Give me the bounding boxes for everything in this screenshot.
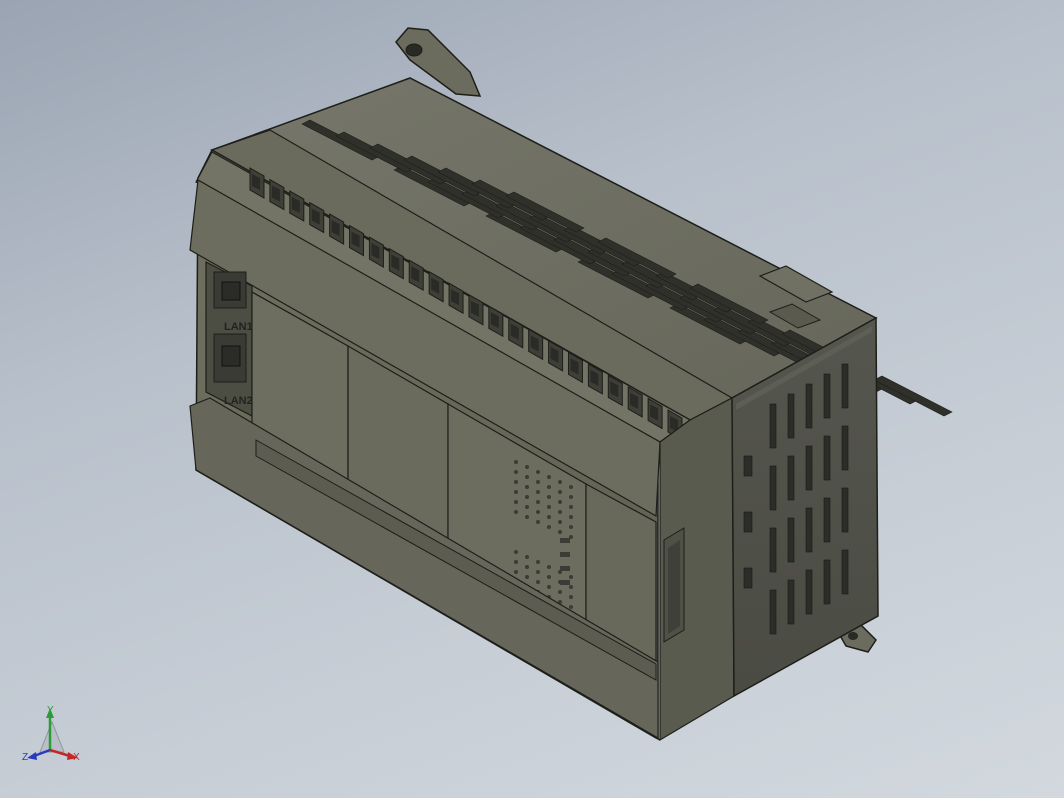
led-indicator	[569, 575, 573, 579]
led-indicator	[514, 480, 518, 484]
end-vent-slot	[841, 487, 849, 533]
led-indicator	[525, 575, 529, 579]
end-vent-slot	[769, 527, 777, 573]
led-indicator	[525, 465, 529, 469]
led-indicator	[569, 495, 573, 499]
led-indicator	[547, 485, 551, 489]
led-indicator	[547, 585, 551, 589]
lan1-label: LAN1	[224, 321, 253, 333]
end-vent-slot	[805, 383, 813, 429]
led-indicator	[514, 490, 518, 494]
end-vent-slot	[805, 569, 813, 615]
plc-3d-model[interactable]: LAN1 LAN2 Y X Z	[0, 0, 1064, 798]
end-vent-slot	[823, 373, 831, 419]
led-indicator	[536, 500, 540, 504]
status-led	[560, 538, 570, 543]
led-indicator	[547, 505, 551, 509]
end-vent-slot	[787, 393, 795, 439]
led-indicator	[569, 605, 573, 609]
end-vent-slot	[805, 507, 813, 553]
led-indicator	[558, 520, 562, 524]
led-indicator	[525, 485, 529, 489]
led-indicator	[536, 480, 540, 484]
end-vent-slot	[787, 455, 795, 501]
led-indicator	[514, 560, 518, 564]
status-led	[560, 580, 570, 585]
led-indicator	[558, 500, 562, 504]
status-led	[560, 552, 570, 557]
end-vent-slot	[805, 445, 813, 491]
end-vent-slot	[743, 455, 753, 477]
led-indicator	[536, 470, 540, 474]
led-indicator	[536, 490, 540, 494]
led-indicator	[514, 500, 518, 504]
led-indicator	[525, 565, 529, 569]
led-indicator	[547, 495, 551, 499]
led-indicator	[569, 585, 573, 589]
led-indicator	[547, 525, 551, 529]
led-indicator	[547, 565, 551, 569]
end-vent-slot	[769, 403, 777, 449]
led-indicator	[514, 550, 518, 554]
led-indicator	[525, 495, 529, 499]
end-vent-slot	[787, 517, 795, 563]
lan2-label: LAN2	[224, 395, 253, 407]
end-vent-slot	[743, 511, 753, 533]
end-vent-slot	[823, 497, 831, 543]
led-indicator	[547, 515, 551, 519]
led-indicator	[525, 475, 529, 479]
led-indicator	[569, 505, 573, 509]
graphics-viewport[interactable]: LAN1 LAN2 Y X Z	[0, 0, 1064, 798]
vent-slot	[873, 375, 953, 417]
led-indicator	[558, 490, 562, 494]
end-vent-slot	[823, 559, 831, 605]
led-indicator	[525, 555, 529, 559]
end-vent-slot	[787, 579, 795, 625]
led-indicator	[569, 515, 573, 519]
led-indicator	[514, 570, 518, 574]
z-axis-label: Z	[22, 752, 28, 763]
end-vent-slot	[769, 465, 777, 511]
led-indicator	[514, 510, 518, 514]
led-indicator	[536, 560, 540, 564]
end-vent-slot	[823, 435, 831, 481]
led-indicator	[536, 570, 540, 574]
led-indicator	[558, 480, 562, 484]
end-vent-slot	[841, 363, 849, 409]
led-indicator	[536, 520, 540, 524]
x-axis-label: X	[73, 752, 80, 763]
y-axis-label: Y	[47, 705, 54, 716]
led-indicator	[558, 510, 562, 514]
led-indicator	[536, 510, 540, 514]
led-indicator	[514, 460, 518, 464]
coordinate-triad: Y X Z	[22, 705, 80, 763]
led-indicator	[558, 590, 562, 594]
led-indicator	[525, 505, 529, 509]
led-indicator	[569, 525, 573, 529]
led-indicator	[514, 470, 518, 474]
led-indicator	[569, 485, 573, 489]
end-vent-slot	[743, 567, 753, 589]
led-indicator	[547, 475, 551, 479]
led-indicator	[525, 515, 529, 519]
lan1-port	[213, 271, 247, 309]
led-indicator	[569, 595, 573, 599]
z-axis-arrow	[27, 752, 37, 760]
led-indicator	[558, 530, 562, 534]
led-indicator	[536, 580, 540, 584]
status-led	[560, 566, 570, 571]
side-edge	[659, 397, 735, 742]
lan2-port	[213, 333, 247, 383]
end-vent-slot	[769, 589, 777, 635]
end-vent-slot	[841, 549, 849, 595]
led-indicator	[547, 575, 551, 579]
end-vent-slot	[841, 425, 849, 471]
